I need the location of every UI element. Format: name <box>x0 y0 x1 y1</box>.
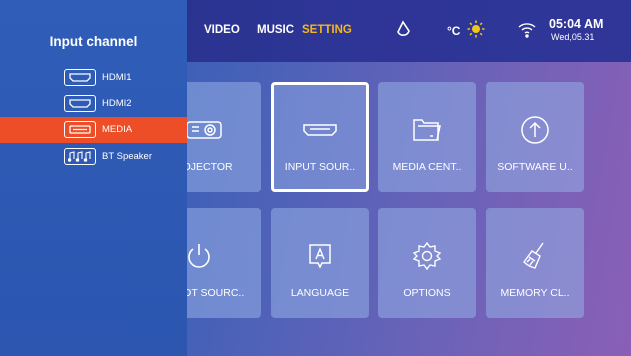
wifi-icon <box>517 19 537 44</box>
tile-language[interactable]: LANGUAGE <box>271 208 369 318</box>
hdmi-port-icon <box>64 121 96 138</box>
tile-memory-clean[interactable]: MEMORY CL.. <box>486 208 584 318</box>
music-notes-icon <box>64 148 96 165</box>
input-item-hdmi1[interactable]: HDMI1 <box>0 65 187 91</box>
temperature-unit: °C <box>447 24 461 38</box>
tile-media-center[interactable]: MEDIA CENT.. <box>378 82 476 192</box>
hdmi-port-icon <box>64 95 96 112</box>
input-channel-panel: Input channel HDMI1 HDMI2 MEDIA BT Speak… <box>0 0 187 356</box>
tile-options[interactable]: OPTIONS <box>378 208 476 318</box>
gear-icon <box>378 238 476 274</box>
tile-label: MEDIA CENT.. <box>392 161 462 173</box>
clock-time: 05:04 AM <box>549 17 604 31</box>
input-item-label: BT Speaker <box>102 151 152 162</box>
rotate-icon <box>394 20 412 43</box>
hdmi-icon <box>271 112 369 148</box>
language-icon <box>271 238 369 274</box>
input-item-label: HDMI1 <box>102 72 132 83</box>
upload-arrow-icon <box>486 112 584 148</box>
input-item-media[interactable]: MEDIA <box>0 117 187 143</box>
input-item-bt-speaker[interactable]: BT Speaker <box>0 144 187 170</box>
settings-screen: VIDEO MUSIC SETTING °C 05:04 AM Wed,05.3… <box>0 0 631 356</box>
input-item-label: HDMI2 <box>102 98 132 109</box>
tab-video[interactable]: VIDEO <box>204 24 240 36</box>
tile-label: MEMORY CL.. <box>500 287 570 299</box>
tile-input-source[interactable]: INPUT SOUR.. <box>271 82 369 192</box>
tab-setting[interactable]: SETTING <box>302 24 352 36</box>
input-item-label: MEDIA <box>102 124 133 135</box>
tab-music[interactable]: MUSIC <box>257 24 294 36</box>
folder-icon <box>378 112 476 148</box>
hdmi-port-icon <box>64 69 96 86</box>
tile-label: INPUT SOUR.. <box>284 161 356 173</box>
panel-title: Input channel <box>49 34 138 49</box>
tile-label: OPTIONS <box>403 287 451 299</box>
tile-label: SOFTWARE U.. <box>497 161 573 173</box>
tile-software-update[interactable]: SOFTWARE U.. <box>486 82 584 192</box>
tile-label: LANGUAGE <box>290 287 350 299</box>
broom-icon <box>486 238 584 274</box>
clock-date: Wed,05.31 <box>551 32 595 42</box>
sun-icon <box>467 20 485 43</box>
input-item-hdmi2[interactable]: HDMI2 <box>0 91 187 117</box>
